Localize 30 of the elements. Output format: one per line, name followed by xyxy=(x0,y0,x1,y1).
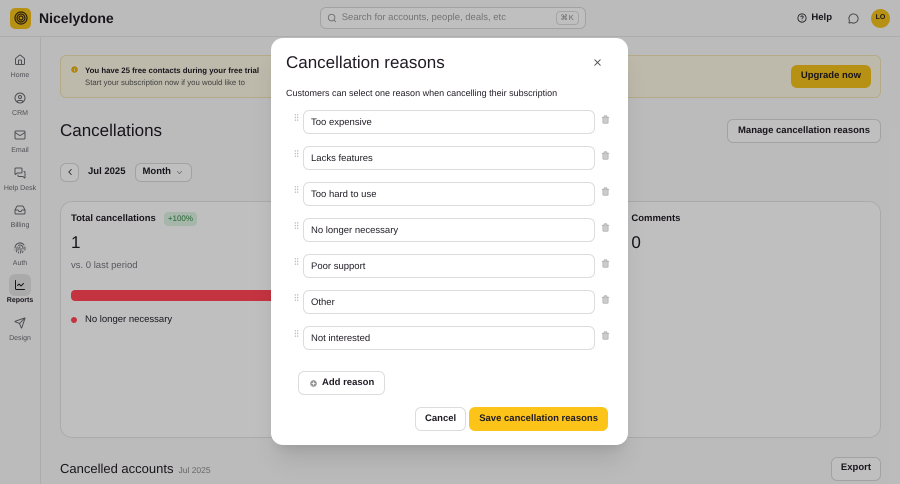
add-reason-button[interactable]: Add reason xyxy=(298,371,386,395)
dialog-description: Customers can select one reason when cancelling their subscription xyxy=(286,86,558,100)
upgrade-button[interactable]: Upgrade now xyxy=(790,65,871,88)
comparison-text: vs. 0 last period xyxy=(71,259,138,274)
dialog-title: Cancellation reasons xyxy=(286,52,445,74)
page-title: Cancellations xyxy=(60,120,162,142)
help-button[interactable]: Help xyxy=(797,10,832,26)
reason-field[interactable]: Too expensive xyxy=(303,110,595,134)
cancel-button[interactable]: Cancel xyxy=(415,407,466,431)
card-value: 1 xyxy=(71,232,82,254)
card-title: Total cancellations xyxy=(71,212,156,226)
export-button[interactable]: Export xyxy=(830,456,881,480)
change-badge: +100% xyxy=(164,212,197,226)
save-button[interactable]: Save cancellation reasons xyxy=(469,407,608,431)
reason-field[interactable]: Poor support xyxy=(303,254,595,278)
reason-field[interactable]: Not interested xyxy=(303,326,595,350)
brand-name: Nicelydone xyxy=(39,8,114,28)
card-value: 0 xyxy=(631,232,642,254)
reason-field[interactable]: Other xyxy=(303,290,595,314)
card-title: Comments xyxy=(631,212,680,226)
reason-field[interactable]: No longer necessary xyxy=(303,218,595,242)
reason-field[interactable]: Too hard to use xyxy=(303,182,595,206)
search-input[interactable]: Search for accounts, people, deals, etc xyxy=(342,10,551,26)
section-title: Cancelled accounts xyxy=(60,460,174,478)
period-label: Jul 2025 xyxy=(88,164,126,179)
range-dropdown[interactable]: Month xyxy=(134,162,192,182)
legend-label: No longer necessary xyxy=(85,312,172,326)
reason-field[interactable]: Lacks features xyxy=(303,146,595,170)
manage-reasons-button[interactable]: Manage cancellation reasons xyxy=(727,118,881,143)
section-period: Jul 2025 xyxy=(178,464,211,476)
